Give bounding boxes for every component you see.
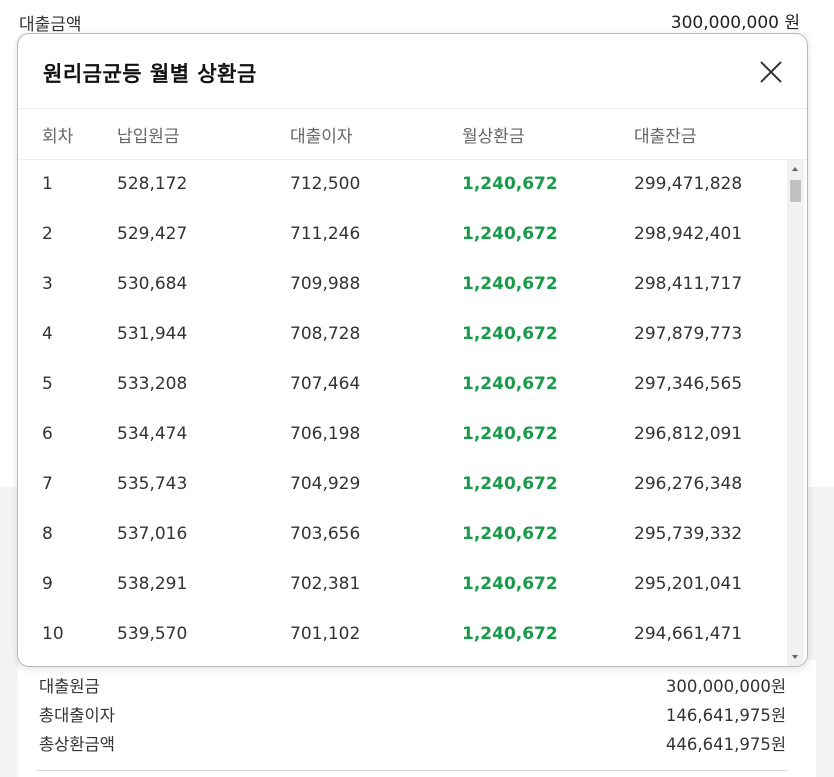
summary-value: 446,641,975원 xyxy=(665,735,786,754)
cell-monthly-payment: 1,240,672 xyxy=(462,374,558,394)
cell-monthly-payment: 1,240,672 xyxy=(462,474,558,494)
cell-monthly-payment: 1,240,672 xyxy=(462,624,558,644)
cell-interest: 712,500 xyxy=(290,174,361,194)
cell-round: 4 xyxy=(42,324,53,344)
cell-monthly-payment: 1,240,672 xyxy=(462,524,558,544)
arrow-down-icon xyxy=(792,655,798,659)
cell-principal: 531,944 xyxy=(117,324,188,344)
table-row: 2 529,427 711,246 1,240,672 298,942,401 xyxy=(18,210,788,260)
loan-amount-value: 300,000,000 원 xyxy=(670,13,800,33)
cell-principal: 533,208 xyxy=(117,374,188,394)
cell-interest: 702,381 xyxy=(290,574,361,594)
cell-interest: 704,929 xyxy=(290,474,361,494)
arrow-up-icon xyxy=(792,167,798,171)
loan-amount-label: 대출금액 xyxy=(19,15,82,35)
cell-round: 3 xyxy=(42,274,53,294)
column-header-interest: 대출이자 xyxy=(290,127,353,147)
cell-principal: 535,743 xyxy=(117,474,188,494)
cell-principal: 528,172 xyxy=(117,174,188,194)
cell-balance: 296,276,348 xyxy=(634,474,743,494)
table-row: 1 528,172 712,500 1,240,672 299,471,828 xyxy=(18,160,788,210)
cell-round: 2 xyxy=(42,224,53,244)
cell-interest: 709,988 xyxy=(290,274,361,294)
repayment-schedule-modal: 원리금균등 월별 상환금 회차 납입원금 대출이자 월상환금 대출잔금 1 52… xyxy=(17,33,808,667)
table-row: 5 533,208 707,464 1,240,672 297,346,565 xyxy=(18,360,788,410)
close-button[interactable] xyxy=(757,58,785,86)
cell-principal: 529,427 xyxy=(117,224,188,244)
cell-monthly-payment: 1,240,672 xyxy=(462,174,558,194)
cell-round: 8 xyxy=(42,524,53,544)
cell-principal: 539,570 xyxy=(117,624,188,644)
cell-principal: 537,016 xyxy=(117,524,188,544)
summary-label: 총대출이자 xyxy=(39,706,115,725)
cell-round: 7 xyxy=(42,474,53,494)
cell-round: 6 xyxy=(42,424,53,444)
cell-balance: 299,471,828 xyxy=(634,174,743,194)
cell-interest: 711,246 xyxy=(290,224,361,244)
cell-balance: 297,346,565 xyxy=(634,374,743,394)
cell-monthly-payment: 1,240,672 xyxy=(462,424,558,444)
table-row: 8 537,016 703,656 1,240,672 295,739,332 xyxy=(18,510,788,560)
scrollbar-thumb[interactable] xyxy=(790,180,801,202)
cell-round: 9 xyxy=(42,574,53,594)
summary-label: 총상환금액 xyxy=(39,735,115,754)
cell-monthly-payment: 1,240,672 xyxy=(462,324,558,344)
cell-monthly-payment: 1,240,672 xyxy=(462,274,558,294)
table-row: 6 534,474 706,198 1,240,672 296,812,091 xyxy=(18,410,788,460)
cell-interest: 707,464 xyxy=(290,374,361,394)
table-row: 3 530,684 709,988 1,240,672 298,411,717 xyxy=(18,260,788,310)
modal-title: 원리금균등 월별 상환금 xyxy=(43,62,257,86)
summary-label: 대출원금 xyxy=(39,677,100,696)
summary-value: 146,641,975원 xyxy=(665,706,786,725)
column-header-monthly-payment: 월상환금 xyxy=(462,127,525,147)
cell-round: 1 xyxy=(42,174,53,194)
cell-balance: 298,942,401 xyxy=(634,224,743,244)
table-row: 4 531,944 708,728 1,240,672 297,879,773 xyxy=(18,310,788,360)
cell-interest: 706,198 xyxy=(290,424,361,444)
scroll-up-button[interactable] xyxy=(787,160,804,178)
cell-monthly-payment: 1,240,672 xyxy=(462,224,558,244)
cell-balance: 295,739,332 xyxy=(634,524,743,544)
table-row: 7 535,743 704,929 1,240,672 296,276,348 xyxy=(18,460,788,510)
divider xyxy=(36,770,787,771)
cell-balance: 296,812,091 xyxy=(634,424,743,444)
table-row: 9 538,291 702,381 1,240,672 295,201,041 xyxy=(18,560,788,610)
scroll-down-button[interactable] xyxy=(787,648,804,666)
summary-row-interest: 총대출이자 146,641,975원 xyxy=(39,701,786,727)
cell-balance: 297,879,773 xyxy=(634,324,743,344)
column-header-principal: 납입원금 xyxy=(117,127,180,147)
cell-balance: 295,201,041 xyxy=(634,574,743,594)
cell-interest: 703,656 xyxy=(290,524,361,544)
cell-interest: 708,728 xyxy=(290,324,361,344)
cell-principal: 530,684 xyxy=(117,274,188,294)
table-header: 회차 납입원금 대출이자 월상환금 대출잔금 xyxy=(18,108,807,160)
cell-principal: 538,291 xyxy=(117,574,188,594)
column-header-balance: 대출잔금 xyxy=(634,127,697,147)
cell-round: 5 xyxy=(42,374,53,394)
table-body: 1 528,172 712,500 1,240,672 299,471,828 … xyxy=(18,160,788,666)
summary-row-total: 총상환금액 446,641,975원 xyxy=(39,730,786,756)
close-icon xyxy=(760,61,782,83)
modal-header: 원리금균등 월별 상환금 xyxy=(18,34,807,109)
summary-row-principal: 대출원금 300,000,000원 xyxy=(39,672,786,698)
summary-value: 300,000,000원 xyxy=(665,677,786,696)
vertical-scrollbar[interactable] xyxy=(787,160,804,666)
cell-balance: 298,411,717 xyxy=(634,274,743,294)
cell-balance: 294,661,471 xyxy=(634,624,743,644)
cell-interest: 701,102 xyxy=(290,624,361,644)
cell-principal: 534,474 xyxy=(117,424,188,444)
table-row: 10 539,570 701,102 1,240,672 294,661,471 xyxy=(18,610,788,660)
cell-monthly-payment: 1,240,672 xyxy=(462,574,558,594)
column-header-round: 회차 xyxy=(42,127,74,147)
cell-round: 10 xyxy=(42,624,64,644)
